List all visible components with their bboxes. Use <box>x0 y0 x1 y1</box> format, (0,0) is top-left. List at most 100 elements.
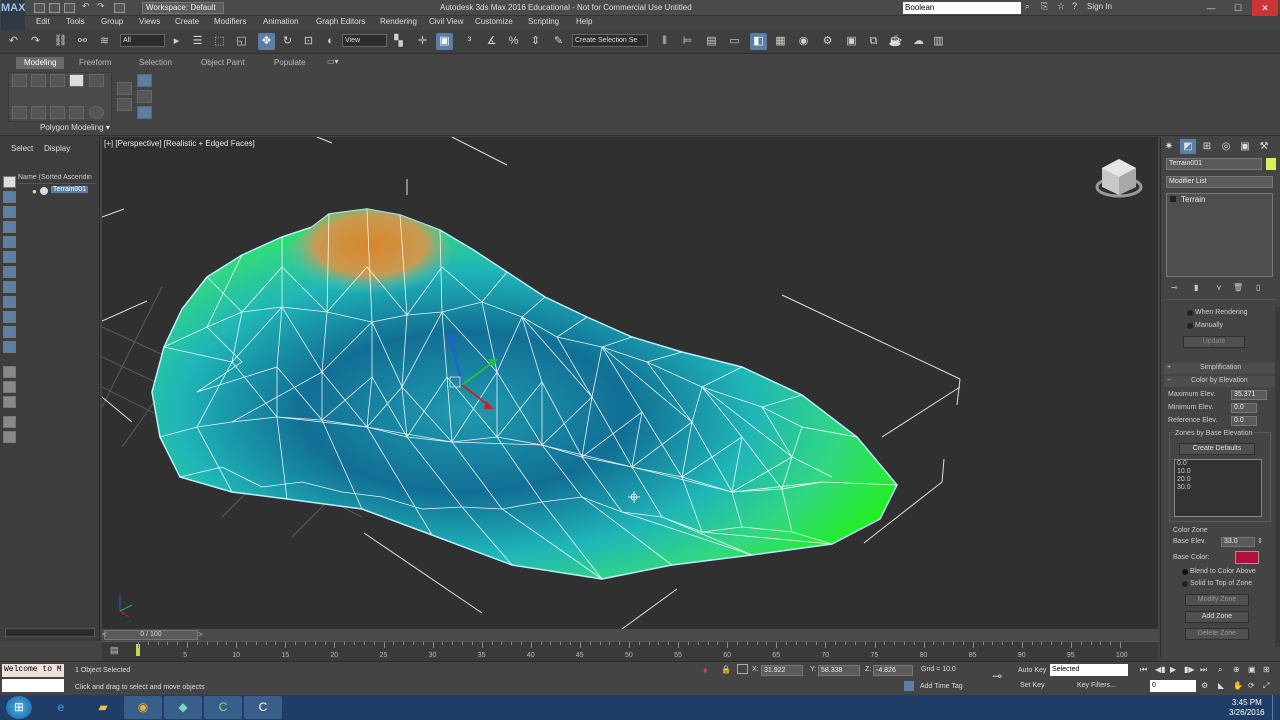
align-icon[interactable]: ⊨ <box>679 33 696 50</box>
add-zone-button[interactable]: Add Zone <box>1185 611 1249 623</box>
display-groups-icon[interactable] <box>3 281 16 293</box>
display-all-icon[interactable] <box>3 381 16 393</box>
absolute-mode-icon[interactable] <box>737 664 748 674</box>
display-geometry-icon[interactable] <box>3 191 16 203</box>
modifier-stack[interactable]: Terrain <box>1166 193 1273 277</box>
selection-lock-icon[interactable]: 🔒 <box>721 665 731 674</box>
time-tag-icon[interactable] <box>904 681 914 691</box>
rectangular-selection-icon[interactable]: ⬚ <box>211 33 228 50</box>
modify-mode-icon[interactable] <box>12 106 27 119</box>
show-end-result-icon[interactable]: ▮ <box>1194 283 1198 292</box>
play-icon[interactable]: ▶ <box>1170 665 1176 674</box>
menu-customize[interactable]: Customize <box>475 17 513 26</box>
configure-sets-icon[interactable]: ▯ <box>1256 283 1260 292</box>
add-time-tag[interactable]: Add Time Tag <box>920 683 963 690</box>
save-file-icon[interactable] <box>64 3 75 13</box>
make-unique-icon[interactable]: ⋎ <box>1216 283 1222 292</box>
stack-item-terrain[interactable]: Terrain <box>1181 195 1205 204</box>
display-none-icon[interactable] <box>3 176 16 188</box>
maximize-viewport-icon[interactable]: ⤢ <box>1263 681 1269 691</box>
key-mode-dropdown[interactable]: Selected <box>1050 664 1128 676</box>
a360-gallery-icon[interactable]: ▥ <box>930 33 947 50</box>
element-subobject-icon[interactable] <box>89 74 104 87</box>
zoom-extents-icon[interactable]: ▣ <box>1248 665 1256 674</box>
unlink-icon[interactable]: ⚯ <box>74 33 91 50</box>
keyboard-shortcut-override-icon[interactable]: ▣ <box>436 33 453 50</box>
display-containers-icon[interactable] <box>3 326 16 338</box>
clock-date[interactable]: 3/26/2016 <box>1229 708 1265 717</box>
spinner-icon[interactable]: ⇕ <box>1257 537 1263 545</box>
viewcube[interactable] <box>1095 159 1143 198</box>
ribbon-options-icon[interactable]: ▭▾ <box>327 57 339 66</box>
menu-help[interactable]: Help <box>576 17 592 26</box>
curve-editor-icon[interactable]: ◧ <box>750 33 767 50</box>
tab-select[interactable]: Select <box>11 144 33 153</box>
minimize-window-button[interactable]: — <box>1198 0 1224 16</box>
redo-icon[interactable]: ↷ <box>27 33 44 50</box>
edit-named-selection-icon[interactable]: ✎ <box>550 33 567 50</box>
modify-zone-button[interactable]: Modify Zone <box>1185 594 1249 606</box>
tab-modeling[interactable]: Modeling <box>16 57 65 69</box>
spinner-snap-icon[interactable]: ⇕ <box>527 33 544 50</box>
3ds-max-icon[interactable]: ◆ <box>164 696 202 719</box>
simplification-rollout[interactable]: + Simplification <box>1164 363 1276 374</box>
go-to-start-icon[interactable]: ⏮ <box>1140 665 1147 675</box>
tab-selection[interactable]: Selection <box>131 57 180 69</box>
zoom-extents-all-icon[interactable]: ⊞ <box>1263 665 1270 674</box>
list-item[interactable]: 0.0 <box>1175 460 1261 468</box>
list-item[interactable]: 30.0 <box>1175 484 1261 492</box>
stack-previous-icon[interactable] <box>31 106 46 119</box>
tab-object-paint[interactable]: Object Paint <box>193 57 253 69</box>
next-key-icon[interactable]: ▮▶ <box>1184 665 1195 674</box>
key-filters-button[interactable]: Key Filters... <box>1077 682 1116 689</box>
go-to-end-icon[interactable]: ⏭ <box>1200 665 1207 675</box>
reference-elev-field[interactable]: 0.0 <box>1231 416 1257 426</box>
column-header[interactable]: Name (Sorted Ascendin <box>18 174 96 184</box>
field-of-view-icon[interactable]: ◣ <box>1218 681 1224 690</box>
blend-to-color-above-radio[interactable] <box>1182 569 1188 575</box>
polygon-subobject-icon[interactable] <box>69 74 84 87</box>
tab-populate[interactable]: Populate <box>266 57 314 69</box>
undo-icon[interactable]: ↶ <box>5 33 22 50</box>
render-production-icon[interactable]: ⧉ <box>865 33 882 50</box>
mini-curve-editor-icon[interactable]: ▤ <box>110 645 119 656</box>
display-invert-icon[interactable] <box>3 396 16 408</box>
select-and-scale-icon[interactable]: ⊡ <box>300 33 317 50</box>
start-button[interactable]: ⊞ <box>6 696 32 719</box>
menu-rendering[interactable]: Rendering <box>380 17 417 26</box>
stack-toggle-icon[interactable] <box>1170 196 1176 202</box>
display-hidden-icon[interactable] <box>3 366 16 378</box>
schematic-view-icon[interactable]: ▦ <box>772 33 789 50</box>
manually-radio[interactable] <box>1187 323 1193 329</box>
modifier-list-dropdown[interactable]: Modifier List <box>1166 176 1273 188</box>
base-color-swatch[interactable] <box>1235 551 1259 564</box>
display-tab-icon[interactable]: ▣ <box>1237 139 1253 154</box>
named-selection-dropdown[interactable]: Create Selection Se <box>572 34 648 47</box>
previous-key-icon[interactable]: ◀▮ <box>1155 665 1166 674</box>
preserve-uvs-icon[interactable] <box>117 82 132 95</box>
render-setup-icon[interactable]: ⚙ <box>819 33 836 50</box>
link-icon[interactable]: ⛓ <box>52 33 69 50</box>
rendered-frame-window-icon[interactable]: ▣ <box>843 33 860 50</box>
repeat-last-icon[interactable] <box>117 98 132 111</box>
show-end-result-icon[interactable] <box>89 106 104 119</box>
max-elev-field[interactable]: 35.371 <box>1231 390 1267 400</box>
terrain-mesh[interactable] <box>151 208 898 580</box>
reference-coordinate-dropdown[interactable]: View <box>342 34 387 47</box>
help-question-icon[interactable]: ? <box>1072 1 1077 11</box>
undo-icon[interactable]: ↶ <box>82 1 93 11</box>
zones-list[interactable]: 0.0 10.0 20.0 30.0 <box>1174 459 1262 517</box>
track-bar[interactable]: ▤ 5 10 15 20 25 30 35 40 45 50 55 60 65 70 75 80 85 90 95 1… <box>102 641 1158 661</box>
prev-frame-icon[interactable]: < <box>102 630 107 639</box>
list-item[interactable]: 20.0 <box>1175 476 1261 484</box>
display-helpers-icon[interactable] <box>3 251 16 263</box>
percent-snap-icon[interactable]: % <box>505 33 522 50</box>
display-frozen-icon[interactable] <box>3 341 16 353</box>
edge-subobject-icon[interactable] <box>31 74 46 87</box>
select-by-name-icon[interactable]: ☰ <box>189 33 206 50</box>
tab-display[interactable]: Display <box>44 144 70 153</box>
material-editor-icon[interactable]: ◉ <box>795 33 812 50</box>
manipulate-icon[interactable]: ✛ <box>414 33 431 50</box>
update-button[interactable]: Update <box>1183 336 1245 348</box>
menu-edit[interactable]: Edit <box>36 17 50 26</box>
